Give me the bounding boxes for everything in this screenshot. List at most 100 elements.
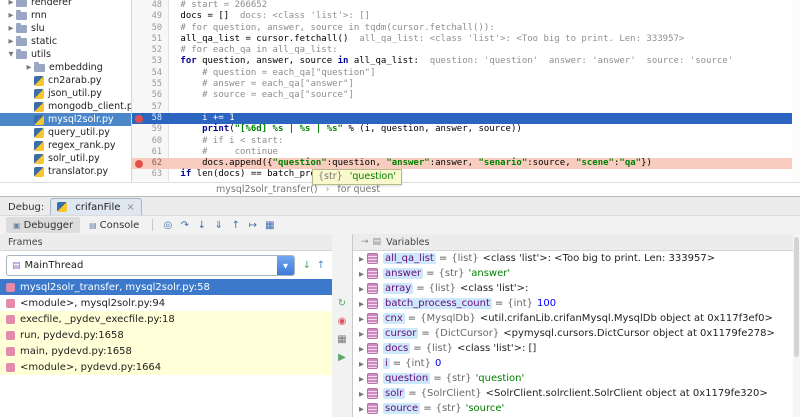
variables-scrollbar[interactable] bbox=[793, 234, 800, 417]
code-line-55[interactable]: 55 # answer = each_qa["answer"] bbox=[132, 79, 800, 91]
code-line-63[interactable]: 63 if len(docs) == batch_process_count: bbox=[132, 169, 800, 181]
line-number[interactable]: 62 bbox=[132, 158, 169, 170]
variable-row[interactable]: ▶ question = {str}'question' bbox=[353, 371, 800, 386]
code-line-54[interactable]: 54 # question = each_qa["question"] bbox=[132, 67, 800, 80]
line-number[interactable]: 60 bbox=[132, 135, 169, 147]
step-into-my-code-icon[interactable]: ⇓ bbox=[210, 220, 227, 231]
tab-console[interactable]: ▤ Console bbox=[82, 217, 146, 233]
variable-row[interactable]: ▶ source = {str}'source' bbox=[353, 401, 800, 416]
code-line-59[interactable]: 59 print("[%6d] %s | %s | %s" % (i, ques… bbox=[132, 124, 800, 136]
expand-arrow-icon[interactable]: ▶ bbox=[356, 285, 367, 293]
expand-arrow-icon[interactable]: ▶ bbox=[356, 315, 367, 323]
code-editor[interactable]: 48 # start = 266652 49 docs = [] docs: <c… bbox=[132, 0, 800, 182]
step-into-icon[interactable]: ↓ bbox=[193, 220, 210, 231]
variable-row[interactable]: ▶ i = {int} 0 bbox=[353, 356, 800, 371]
frame-row[interactable]: execfile, _pydev_execfile.py:18 bbox=[0, 311, 332, 327]
rerun-icon[interactable]: ↻ bbox=[334, 296, 350, 312]
line-number[interactable]: 54 bbox=[132, 67, 169, 80]
expand-arrow-icon[interactable]: ▶ bbox=[356, 375, 367, 383]
line-number[interactable]: 48 bbox=[132, 0, 169, 12]
frame-row[interactable]: run, pydevd.py:1658 bbox=[0, 327, 332, 343]
previous-frame-icon[interactable]: ↑ bbox=[314, 260, 328, 271]
expand-arrow-icon[interactable]: ▶ bbox=[356, 270, 367, 278]
variable-row[interactable]: ▶ all_qa_list = {list} <class 'list'>: <Too … bbox=[353, 251, 800, 266]
chevron-right-icon[interactable]: ▶ bbox=[6, 0, 16, 9]
expand-arrow-icon[interactable]: ▶ bbox=[356, 360, 367, 368]
tree-item-solr-util-py[interactable]: solr_util.py bbox=[0, 152, 131, 165]
variable-row[interactable]: ▶ cnx = {MysqlDb} <util.crifanLib.crifanMysq… bbox=[353, 311, 800, 326]
line-number[interactable]: 61 bbox=[132, 146, 169, 159]
thread-dropdown[interactable]: ▤ MainThread ▼ bbox=[6, 255, 295, 276]
breakpoint-icon[interactable] bbox=[135, 160, 143, 169]
code-line-49[interactable]: 49 docs = [] docs: <class 'list'>: [] bbox=[132, 11, 800, 23]
show-execution-point-icon[interactable]: ◎ bbox=[159, 220, 176, 231]
code-line-58[interactable]: 58 i += 1 bbox=[132, 112, 800, 125]
line-number[interactable]: 57 bbox=[132, 101, 169, 113]
tree-item-rnn[interactable]: ▶ rnn bbox=[0, 9, 131, 22]
tree-item-cn2arab-py[interactable]: cn2arab.py bbox=[0, 74, 131, 87]
step-out-icon[interactable]: ↑ bbox=[227, 220, 244, 231]
code-line-57[interactable]: 57 bbox=[132, 101, 800, 113]
code-line-52[interactable]: 52 # for each_qa in all_qa_list: bbox=[132, 45, 800, 57]
step-over-icon[interactable]: ↷ bbox=[176, 220, 193, 231]
tree-item-mongodb-client-py[interactable]: mongodb_client.py bbox=[0, 100, 131, 113]
tree-item-json-util-py[interactable]: json_util.py bbox=[0, 87, 131, 100]
session-tab-crifanfile[interactable]: crifanFile × bbox=[50, 198, 142, 215]
chevron-right-icon[interactable]: ▶ bbox=[6, 35, 16, 48]
expand-arrow-icon[interactable]: ▶ bbox=[356, 345, 367, 353]
tree-item-embedding[interactable]: ▶ embedding bbox=[0, 61, 131, 74]
code-line-48[interactable]: 48 # start = 266652 bbox=[132, 0, 800, 12]
line-number[interactable]: 56 bbox=[132, 90, 169, 102]
run-to-cursor-icon[interactable]: ↦ bbox=[244, 220, 261, 231]
tree-item-static[interactable]: ▶ static bbox=[0, 35, 131, 48]
expand-arrow-icon[interactable]: ▶ bbox=[356, 255, 367, 263]
tab-debugger[interactable]: ▣ Debugger bbox=[6, 217, 81, 233]
frame-row[interactable]: mysql2solr_transfer, mysql2solr.py:58 bbox=[0, 279, 332, 295]
variable-row[interactable]: ▶ answer = {str}'answer' bbox=[353, 266, 800, 281]
tree-item-mysql2solr-py[interactable]: mysql2solr.py bbox=[0, 113, 131, 126]
close-icon[interactable]: × bbox=[126, 202, 134, 213]
variable-row[interactable]: ▶ solr = {SolrClient} <SolrClient.solrclient… bbox=[353, 386, 800, 401]
breadcrumb-context[interactable]: for quest bbox=[337, 184, 380, 195]
code-line-51[interactable]: 51 all_qa_list = cursor.fetchall() all_q… bbox=[132, 33, 800, 46]
next-frame-icon[interactable]: ↓ bbox=[300, 260, 314, 271]
chevron-right-icon[interactable]: ▶ bbox=[6, 22, 16, 35]
variable-row[interactable]: ▶ array = {list} <class 'list'>: bbox=[353, 281, 800, 296]
code-line-60[interactable]: 60 # if i < start: bbox=[132, 135, 800, 147]
tree-item-slu[interactable]: ▶ slu bbox=[0, 22, 131, 35]
breadcrumb-function[interactable]: mysql2solr_transfer() bbox=[216, 184, 318, 195]
expand-arrow-icon[interactable]: ▶ bbox=[356, 300, 367, 308]
restore-layout-icon[interactable]: ▦ bbox=[334, 332, 350, 348]
expand-arrow-icon[interactable]: ▶ bbox=[356, 390, 367, 398]
code-line-53[interactable]: 53 for question, answer, source in all_q… bbox=[132, 56, 800, 68]
view-breakpoints-icon[interactable]: ◉ bbox=[334, 314, 350, 330]
code-line-61[interactable]: 61 # continue bbox=[132, 146, 800, 159]
frame-row[interactable]: main, pydevd.py:1658 bbox=[0, 343, 332, 359]
chevron-down-icon[interactable]: ▼ bbox=[6, 48, 16, 61]
tree-item-query-util-py[interactable]: query_util.py bbox=[0, 126, 131, 139]
chevron-right-icon[interactable]: ▶ bbox=[6, 9, 16, 22]
variable-row[interactable]: ▶ docs = {list} <class 'list'>: [] bbox=[353, 341, 800, 356]
resume-icon[interactable]: ▶ bbox=[334, 350, 350, 366]
code-line-50[interactable]: 50 # for question, answer, source in tqd… bbox=[132, 22, 800, 34]
line-number[interactable]: 50 bbox=[132, 22, 169, 34]
code-line-56[interactable]: 56 # source = each_qa["source"] bbox=[132, 90, 800, 102]
frame-row[interactable]: <module>, pydevd.py:1664 bbox=[0, 359, 332, 375]
editor-scrollbar[interactable] bbox=[792, 0, 800, 182]
line-number[interactable]: 53 bbox=[132, 56, 169, 68]
variable-row[interactable]: ▶ batch_process_count = {int} 100 bbox=[353, 296, 800, 311]
variable-row[interactable]: ▶ cursor = {DictCursor} <pymysql.cursors.Dic… bbox=[353, 326, 800, 341]
line-number[interactable]: 55 bbox=[132, 79, 169, 91]
line-number[interactable]: 58 bbox=[132, 112, 169, 125]
evaluate-expression-icon[interactable]: ▦ bbox=[261, 220, 278, 231]
arrow-icon[interactable]: → bbox=[361, 237, 369, 247]
tree-item-utils[interactable]: ▼ utils bbox=[0, 48, 131, 61]
line-number[interactable]: 49 bbox=[132, 11, 169, 23]
list-view-icon[interactable]: ▤ bbox=[373, 237, 382, 247]
line-number[interactable]: 63 bbox=[132, 169, 169, 181]
chevron-down-icon[interactable]: ▼ bbox=[277, 256, 294, 275]
code-line-62[interactable]: 62 docs.append({"question":question, "an… bbox=[132, 158, 800, 170]
chevron-right-icon[interactable]: ▶ bbox=[24, 61, 34, 74]
tree-item-translator-py[interactable]: translator.py bbox=[0, 165, 131, 178]
line-number[interactable]: 51 bbox=[132, 33, 169, 46]
